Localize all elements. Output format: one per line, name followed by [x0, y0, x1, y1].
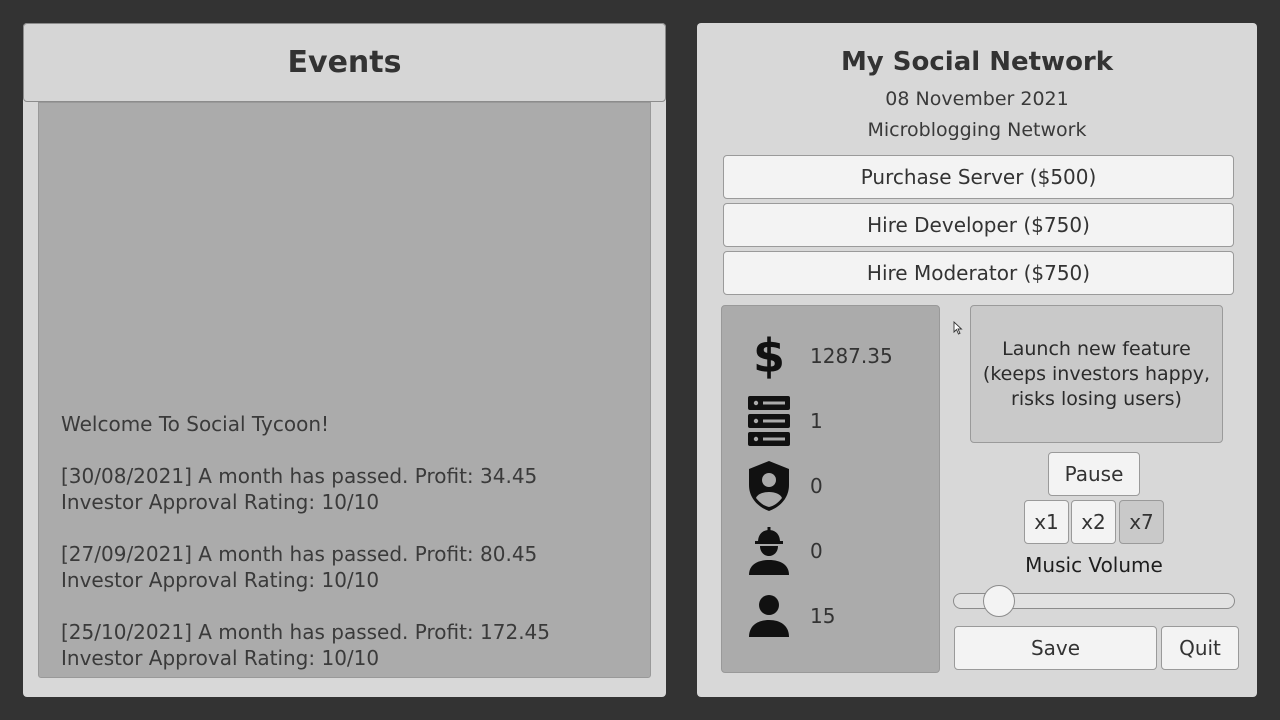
events-log[interactable]: Welcome To Social Tycoon! [30/08/2021] A…: [38, 102, 651, 678]
developers-value: 0: [810, 539, 823, 563]
stat-servers: 1: [722, 391, 941, 451]
money-value: 1287.35: [810, 344, 893, 368]
stat-developers: 0: [722, 521, 941, 581]
events-title: Events: [287, 45, 402, 80]
volume-slider-handle[interactable]: [983, 585, 1015, 617]
save-button[interactable]: Save: [954, 626, 1157, 670]
moderator-shield-icon: [744, 456, 794, 516]
hire-moderator-button[interactable]: Hire Moderator ($750): [723, 251, 1234, 295]
music-volume-label: Music Volume: [1025, 553, 1163, 577]
user-icon: [744, 586, 794, 646]
network-name: My Social Network: [840, 47, 1114, 77]
pause-button[interactable]: Pause: [1048, 452, 1140, 496]
log-entry-line: [30/08/2021] A month has passed. Profit:…: [61, 464, 538, 488]
speed-x1-button[interactable]: x1: [1024, 500, 1069, 544]
log-welcome: Welcome To Social Tycoon!: [61, 412, 330, 436]
quit-button[interactable]: Quit: [1161, 626, 1239, 670]
stat-users: 15: [722, 586, 941, 646]
moderators-value: 0: [810, 474, 823, 498]
events-header: Events: [23, 23, 666, 102]
users-value: 15: [810, 604, 836, 628]
purchase-server-button[interactable]: Purchase Server ($500): [723, 155, 1234, 199]
dollar-icon: $: [752, 329, 785, 383]
log-entry-line: Investor Approval Rating: 10/10: [61, 568, 380, 592]
log-entry-line: Investor Approval Rating: 10/10: [61, 646, 380, 670]
network-type: Microblogging Network: [867, 119, 1087, 141]
log-entry-line: Investor Approval Rating: 10/10: [61, 490, 380, 514]
mouse-cursor-icon: [953, 321, 963, 335]
game-date: 08 November 2021: [885, 88, 1069, 110]
speed-x7-button[interactable]: x7: [1119, 500, 1164, 544]
log-entry-line: [25/10/2021] A month has passed. Profit:…: [61, 620, 551, 644]
log-entry-line: [27/09/2021] A month has passed. Profit:…: [61, 542, 538, 566]
servers-value: 1: [810, 409, 823, 433]
events-panel: Events Welcome To Social Tycoon! [30/08/…: [23, 23, 666, 697]
events-log-content: Welcome To Social Tycoon! [30/08/2021] A…: [61, 411, 631, 671]
stats-box: $ 1287.35 1 0 0 15: [721, 305, 940, 673]
stat-money: $ 1287.35: [722, 326, 941, 386]
server-icon: [744, 391, 794, 451]
launch-feature-button[interactable]: Launch new feature (keeps investors happ…: [970, 305, 1223, 443]
network-panel: My Social Network 08 November 2021 Micro…: [697, 23, 1257, 697]
developer-icon: [744, 521, 794, 581]
hire-developer-button[interactable]: Hire Developer ($750): [723, 203, 1234, 247]
speed-x2-button[interactable]: x2: [1071, 500, 1116, 544]
stat-moderators: 0: [722, 456, 941, 516]
